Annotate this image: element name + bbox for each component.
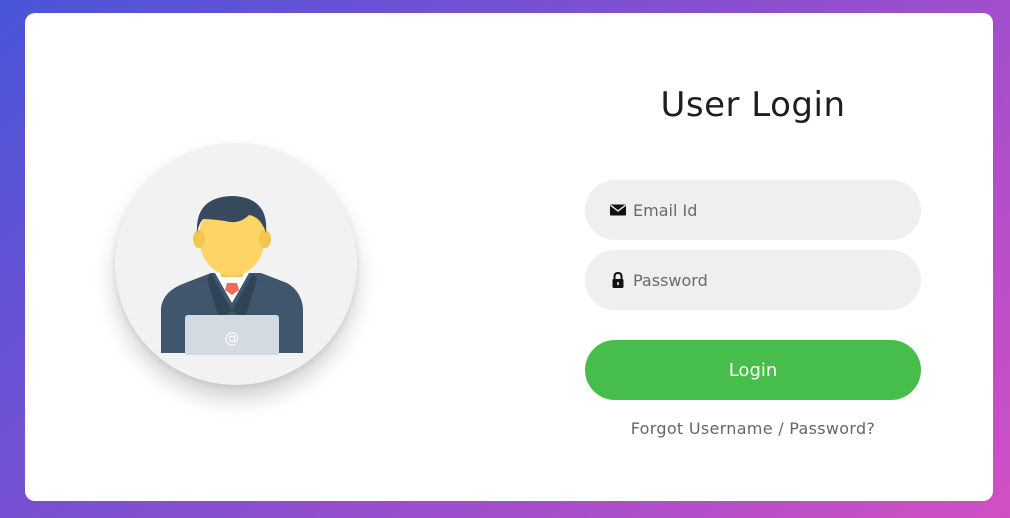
login-button[interactable]: Login [585, 340, 921, 400]
lock-icon [612, 271, 624, 288]
laptop-at-symbol: @ [225, 329, 240, 347]
page-title: User Login [660, 85, 846, 125]
email-input[interactable] [633, 180, 903, 240]
password-field[interactable] [585, 250, 921, 310]
avatar: @ [115, 143, 357, 385]
user-avatar-icon: @ [161, 196, 303, 355]
forgot-credentials-link[interactable]: Forgot Username / Password? [585, 419, 921, 438]
login-card: @ User Login Login Forgot Username / Pas… [25, 13, 993, 501]
password-input[interactable] [633, 250, 903, 310]
email-field[interactable] [585, 180, 921, 240]
envelope-icon [610, 204, 626, 216]
